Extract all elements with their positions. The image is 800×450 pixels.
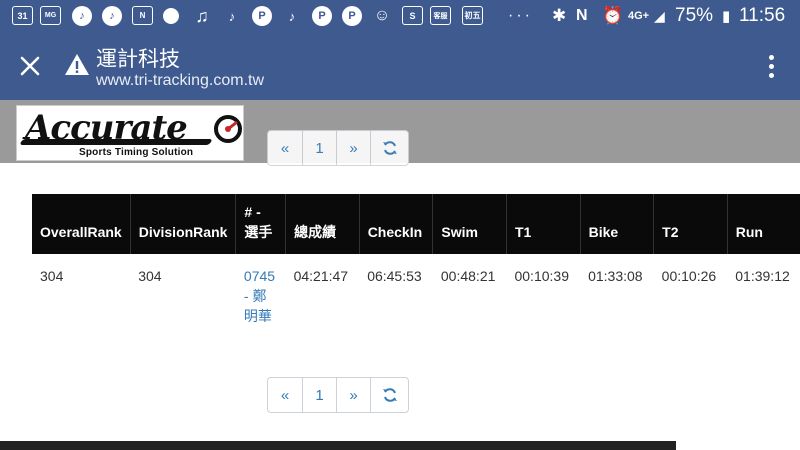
table-header-row: OverallRank DivisionRank # - 選手 總成績 Chec… — [32, 194, 800, 254]
pagination-top: « 1 » — [267, 130, 409, 166]
page-1-button[interactable]: 1 — [302, 378, 336, 412]
refresh-icon — [382, 141, 397, 155]
network-icon: 4G+ — [628, 0, 649, 32]
col-t2[interactable]: T2 — [653, 194, 728, 254]
col-run[interactable]: Run — [727, 194, 800, 254]
pinterest-icon: P — [252, 6, 272, 26]
cell-swim: 00:48:21 — [440, 268, 496, 284]
battery-icon: ▮ — [722, 8, 731, 25]
signal-icon: ◢ — [654, 7, 665, 24]
music-note-icon: ♫ — [195, 5, 209, 26]
first-page-button[interactable]: « — [268, 378, 302, 412]
cell-t1: 00:10:39 — [514, 268, 569, 284]
footer-bar — [0, 441, 676, 450]
col-t1[interactable]: T1 — [506, 194, 581, 254]
menu-dot-icon — [768, 63, 774, 69]
stopwatch-icon — [214, 115, 242, 143]
alarm-icon: ⏰ — [602, 6, 624, 25]
tiktok-icon-2: ♪ — [288, 8, 296, 24]
warning-icon[interactable] — [64, 52, 90, 78]
calendar-date: 31 — [17, 10, 28, 21]
cell-division-rank: 304 — [138, 268, 162, 284]
battery-percent: 75% — [675, 5, 714, 26]
more-notifications-icon: ··· — [508, 7, 533, 24]
col-checkin[interactable]: CheckIn — [359, 194, 434, 254]
chat-icon: ☺ — [373, 7, 391, 24]
news-app-icon: N — [132, 6, 153, 25]
mail-app-icon: MG — [40, 6, 61, 25]
accurate-logo[interactable]: Accurate Sports Timing Solution — [16, 105, 244, 161]
browser-toolbar: 運計科技 www.tri-tracking.com.tw — [0, 32, 800, 100]
close-button[interactable] — [14, 50, 46, 82]
cell-overall-rank: 304 — [40, 268, 64, 284]
refresh-icon — [382, 388, 397, 402]
cell-run: 01:39:12 — [735, 268, 790, 284]
page-1-button[interactable]: 1 — [302, 131, 336, 165]
network-label: 4G+ — [628, 10, 650, 22]
refresh-button[interactable] — [370, 378, 408, 412]
cell-checkin: 06:45:53 — [367, 268, 422, 284]
cell-bike: 01:33:08 — [588, 268, 643, 284]
bank-app-icon: 客服 — [430, 6, 451, 25]
page-title: 運計科技 — [96, 47, 180, 71]
results-table: OverallRank DivisionRank # - 選手 總成績 Chec… — [32, 194, 800, 338]
menu-dot-icon — [768, 72, 774, 78]
menu-dot-icon — [768, 54, 774, 60]
col-bike[interactable]: Bike — [580, 194, 655, 254]
col-swim[interactable]: Swim — [432, 194, 507, 254]
bluetooth-icon: ✱ — [552, 6, 567, 25]
next-page-button[interactable]: » — [336, 378, 370, 412]
calendar-icon: 31 — [12, 6, 33, 25]
clock: 11:56 — [739, 5, 786, 26]
overflow-menu-button[interactable] — [756, 50, 786, 82]
logo-tagline: Sports Timing Solution — [79, 147, 194, 158]
table-row: 304 304 0745 - 鄭明華 04:21:47 06:45:53 00:… — [32, 254, 800, 338]
calendar-lunar-icon: 初五 — [462, 6, 483, 25]
col-overall-rank[interactable]: OverallRank — [32, 194, 131, 254]
first-page-button[interactable]: « — [268, 131, 302, 165]
pinterest-icon-3: P — [342, 6, 362, 26]
pagination-bottom: « 1 » — [267, 377, 409, 413]
col-division-rank[interactable]: DivisionRank — [130, 194, 237, 254]
cell-athlete: 0745 - 鄭明華 — [236, 254, 286, 338]
col-total-time[interactable]: 總成績 — [285, 194, 360, 254]
refresh-button[interactable] — [370, 131, 408, 165]
athlete-link[interactable]: 0745 - 鄭明華 — [244, 268, 275, 324]
cell-total-time: 04:21:47 — [293, 268, 349, 284]
music-app-icon-2: ♪ — [102, 6, 122, 26]
pinterest-icon-2: P — [312, 6, 332, 26]
tiktok-icon: ♪ — [228, 8, 236, 24]
status-bar: 31 MG ♪ ♪ N ♫ ♪ P ♪ P P ☺ S 客服 初五 ··· ✱ … — [0, 0, 800, 32]
nfc-icon: N — [576, 7, 588, 24]
page-url[interactable]: www.tri-tracking.com.tw — [96, 72, 264, 90]
music-app-icon: ♪ — [72, 6, 92, 26]
logo-wordmark: Accurate — [25, 108, 188, 148]
shopping-icon: S — [402, 6, 423, 25]
close-icon — [20, 56, 40, 76]
next-page-button[interactable]: » — [336, 131, 370, 165]
col-athlete[interactable]: # - 選手 — [235, 194, 287, 254]
dot-icon — [163, 8, 179, 24]
cell-t2: 00:10:26 — [661, 268, 717, 284]
